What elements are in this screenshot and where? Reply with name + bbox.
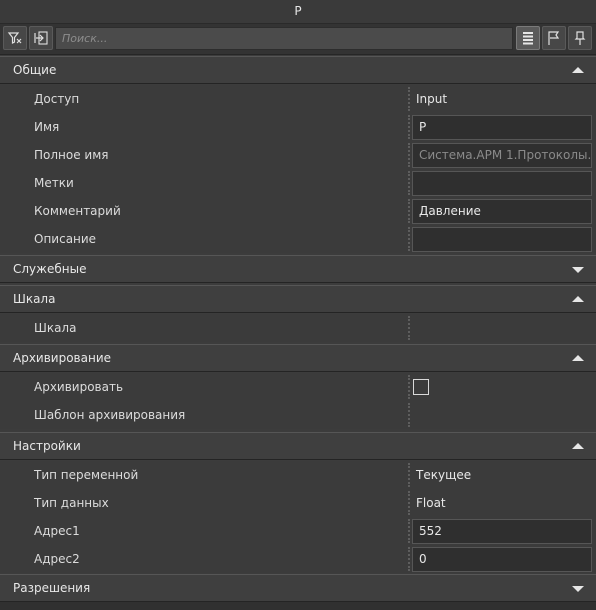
- var-type-value[interactable]: Текущее: [416, 461, 471, 489]
- row-label: Доступ: [34, 92, 80, 106]
- row-label: Адрес2: [34, 552, 80, 566]
- row-label: Тип данных: [34, 496, 109, 510]
- row-label: Адрес1: [34, 524, 80, 538]
- chevron-up-icon: [572, 355, 584, 361]
- row-comment: Комментарий Давление: [0, 197, 596, 225]
- row-fullname: Полное имя Система.АРМ 1.Протоколы.Lo: [0, 141, 596, 169]
- row-tags: Метки: [0, 169, 596, 197]
- section-title: Настройки: [13, 439, 81, 453]
- address1-field[interactable]: 552: [412, 519, 592, 544]
- row-name: Имя P: [0, 113, 596, 141]
- row-data-type: Тип данных Float: [0, 489, 596, 517]
- list-view-icon[interactable]: [516, 26, 540, 50]
- column-divider[interactable]: [408, 519, 410, 543]
- section-title: Архивирование: [13, 351, 112, 365]
- row-address2: Адрес2 0: [0, 545, 596, 573]
- column-divider[interactable]: [408, 547, 410, 571]
- chevron-up-icon: [572, 443, 584, 449]
- row-label: Имя: [34, 120, 60, 134]
- column-divider[interactable]: [408, 87, 410, 111]
- bottom-bar: [0, 602, 596, 610]
- row-label: Шаблон архивирования: [34, 408, 186, 422]
- chevron-up-icon: [572, 67, 584, 73]
- search-input[interactable]: [55, 27, 513, 50]
- section-archiving-header[interactable]: Архивирование: [0, 344, 596, 372]
- column-divider[interactable]: [408, 463, 410, 487]
- column-divider[interactable]: [408, 227, 410, 251]
- row-description: Описание: [0, 225, 596, 253]
- section-general-header[interactable]: Общие: [0, 56, 596, 84]
- window-title: P: [0, 0, 596, 24]
- row-address1: Адрес1 552: [0, 517, 596, 545]
- section-title: Служебные: [13, 262, 87, 276]
- section-title: Шкала: [13, 292, 56, 306]
- section-settings-header[interactable]: Настройки: [0, 432, 596, 460]
- flag-icon[interactable]: [542, 26, 566, 50]
- row-label: Комментарий: [34, 204, 121, 218]
- column-divider[interactable]: [408, 171, 410, 195]
- collapse-icon[interactable]: [29, 26, 53, 50]
- column-divider[interactable]: [408, 316, 410, 340]
- fullname-field[interactable]: Система.АРМ 1.Протоколы.Lo: [412, 143, 592, 168]
- column-divider[interactable]: [408, 199, 410, 223]
- column-divider[interactable]: [408, 375, 410, 399]
- toolbar: [0, 24, 596, 55]
- access-value: Input: [416, 92, 448, 106]
- tags-field[interactable]: [412, 171, 592, 196]
- row-archive: Архивировать: [0, 373, 596, 401]
- row-scale: Шкала: [0, 314, 596, 342]
- column-divider[interactable]: [408, 403, 410, 427]
- chevron-down-icon: [572, 586, 584, 592]
- section-permissions-header[interactable]: Разрешения: [0, 574, 596, 602]
- data-type-value[interactable]: Float: [416, 489, 446, 517]
- address2-field[interactable]: 0: [412, 547, 592, 572]
- section-scale-header[interactable]: Шкала: [0, 285, 596, 313]
- column-divider[interactable]: [408, 491, 410, 515]
- description-field[interactable]: [412, 227, 592, 252]
- row-label: Шкала: [34, 321, 77, 335]
- section-title: Общие: [13, 63, 57, 77]
- row-label: Архивировать: [34, 380, 124, 394]
- name-field[interactable]: P: [412, 115, 592, 140]
- filter-icon[interactable]: [3, 26, 27, 50]
- row-var-type: Тип переменной Текущее: [0, 461, 596, 489]
- row-archive-template: Шаблон архивирования: [0, 401, 596, 429]
- section-service-header[interactable]: Служебные: [0, 255, 596, 283]
- pin-icon[interactable]: [568, 26, 592, 50]
- archive-checkbox[interactable]: [413, 379, 429, 395]
- comment-field[interactable]: Давление: [412, 199, 592, 224]
- column-divider[interactable]: [408, 143, 410, 167]
- row-label: Описание: [34, 232, 97, 246]
- row-label: Метки: [34, 176, 74, 190]
- row-label: Тип переменной: [34, 468, 139, 482]
- chevron-down-icon: [572, 267, 584, 273]
- row-access: Доступ Input: [0, 85, 596, 113]
- chevron-up-icon: [572, 296, 584, 302]
- column-divider[interactable]: [408, 115, 410, 139]
- section-title: Разрешения: [13, 581, 91, 595]
- row-label: Полное имя: [34, 148, 109, 162]
